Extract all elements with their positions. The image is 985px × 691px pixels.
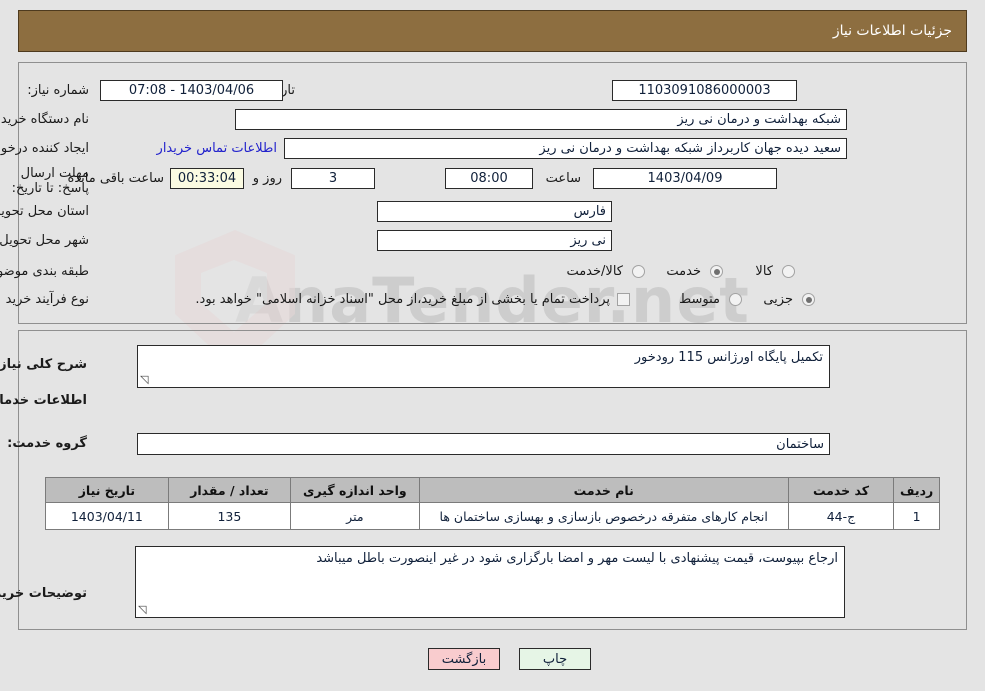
buyer-notes-textarea[interactable]: ارجاع بپیوست، قیمت پیشنهادی با لیست مهر … <box>135 546 845 618</box>
timer-label: ساعت باقی مانده <box>67 171 164 186</box>
col-qty: تعداد / مقدار <box>167 477 292 503</box>
category-radio-kala-khedmat[interactable] <box>632 265 645 278</box>
category-option-kala-khedmat[interactable]: کالا/خدمت <box>566 264 623 279</box>
need-info-panel <box>18 62 967 324</box>
countdown-timer: 00:33:04 <box>170 168 244 189</box>
process-radio-motavasset[interactable] <box>729 293 742 306</box>
service-group-label: گروه خدمت: <box>7 436 87 451</box>
page-title: جزئیات اطلاعات نیاز <box>18 10 967 52</box>
remaining-days: 3 <box>291 168 375 189</box>
deadline-time: 08:00 <box>445 168 533 189</box>
buyer-notes-value: ارجاع بپیوست، قیمت پیشنهادی با لیست مهر … <box>316 551 838 566</box>
cell-qty: 135 <box>167 502 292 530</box>
resize-grip-icon-notes[interactable]: ◸ <box>138 603 146 616</box>
col-code: کد خدمت <box>787 477 895 503</box>
cell-row: 1 <box>893 502 940 530</box>
province-label: استان محل تحویل: <box>0 204 89 219</box>
services-table: ردیف کد خدمت نام خدمت واحد اندازه گیری ت… <box>45 477 940 530</box>
cell-unit: متر <box>290 502 420 530</box>
service-group-value: ساختمان <box>137 433 830 455</box>
buyer-org-label: نام دستگاه خریدار: <box>0 112 89 127</box>
resize-grip-icon[interactable]: ◸ <box>140 373 148 386</box>
col-name: نام خدمت <box>418 477 789 503</box>
category-option-khedmat[interactable]: خدمت <box>666 264 701 279</box>
summary-label: شرح کلی نیاز: <box>0 357 87 372</box>
creator-value: سعید دیده جهان کاربرداز شبکه بهداشت و در… <box>284 138 847 159</box>
announce-value: 1403/04/06 - 07:08 <box>100 80 283 101</box>
category-radio-kala[interactable] <box>782 265 795 278</box>
summary-value: تکمیل پایگاه اورژانس 115 رودخور <box>634 350 823 365</box>
days-label: روز و <box>252 171 282 186</box>
page-title-text: جزئیات اطلاعات نیاز <box>832 23 952 39</box>
process-option-jozi[interactable]: جزیی <box>763 292 793 307</box>
city-label: شهر محل تحویل: <box>0 233 89 248</box>
back-button[interactable]: بازگشت <box>428 648 500 670</box>
category-option-kala[interactable]: کالا <box>755 264 773 279</box>
cell-name: انجام کارهای متفرقه درخصوص بازسازی و بهس… <box>418 502 789 530</box>
treasury-checkbox[interactable] <box>617 293 630 306</box>
process-radio-jozi[interactable] <box>802 293 815 306</box>
table-header-row: ردیف کد خدمت نام خدمت واحد اندازه گیری ت… <box>45 477 940 503</box>
summary-textarea[interactable]: تکمیل پایگاه اورژانس 115 رودخور ◸ <box>137 345 830 388</box>
col-row: ردیف <box>893 477 940 503</box>
buyer-contact-link[interactable]: اطلاعات تماس خریدار <box>157 141 277 156</box>
need-number-value: 1103091086000003 <box>612 80 797 101</box>
treasury-text: پرداخت تمام یا بخشی از مبلغ خرید،از محل … <box>195 292 610 307</box>
creator-label: ایجاد کننده درخواست: <box>0 141 89 156</box>
buyer-org-value: شبکه بهداشت و درمان نی ریز <box>235 109 847 130</box>
table-row: 1 ج-44 انجام کارهای متفرقه درخصوص بازساز… <box>45 502 940 530</box>
need-number-label: شماره نیاز: <box>27 83 89 98</box>
cell-date: 1403/04/11 <box>45 502 169 530</box>
process-label: نوع فرآیند خرید : <box>0 292 89 307</box>
category-label: طبقه بندی موضوعی: <box>0 264 89 279</box>
province-value: فارس <box>377 201 612 222</box>
category-radio-khedmat[interactable] <box>710 265 723 278</box>
print-button[interactable]: چاپ <box>519 648 591 670</box>
process-option-motavasset[interactable]: متوسط <box>679 292 720 307</box>
buyer-notes-label: توضیحات خریدار: <box>0 586 87 601</box>
city-value: نی ریز <box>377 230 612 251</box>
deadline-date: 1403/04/09 <box>593 168 777 189</box>
services-section-title: اطلاعات خدمات مورد نیاز <box>0 393 87 408</box>
col-unit: واحد اندازه گیری <box>290 477 420 503</box>
hour-label: ساعت <box>545 171 581 186</box>
page-root: AnaTender.net جزئیات اطلاعات نیاز شماره … <box>0 0 985 691</box>
cell-code: ج-44 <box>787 502 895 530</box>
col-date: تاریخ نیاز <box>45 477 169 503</box>
